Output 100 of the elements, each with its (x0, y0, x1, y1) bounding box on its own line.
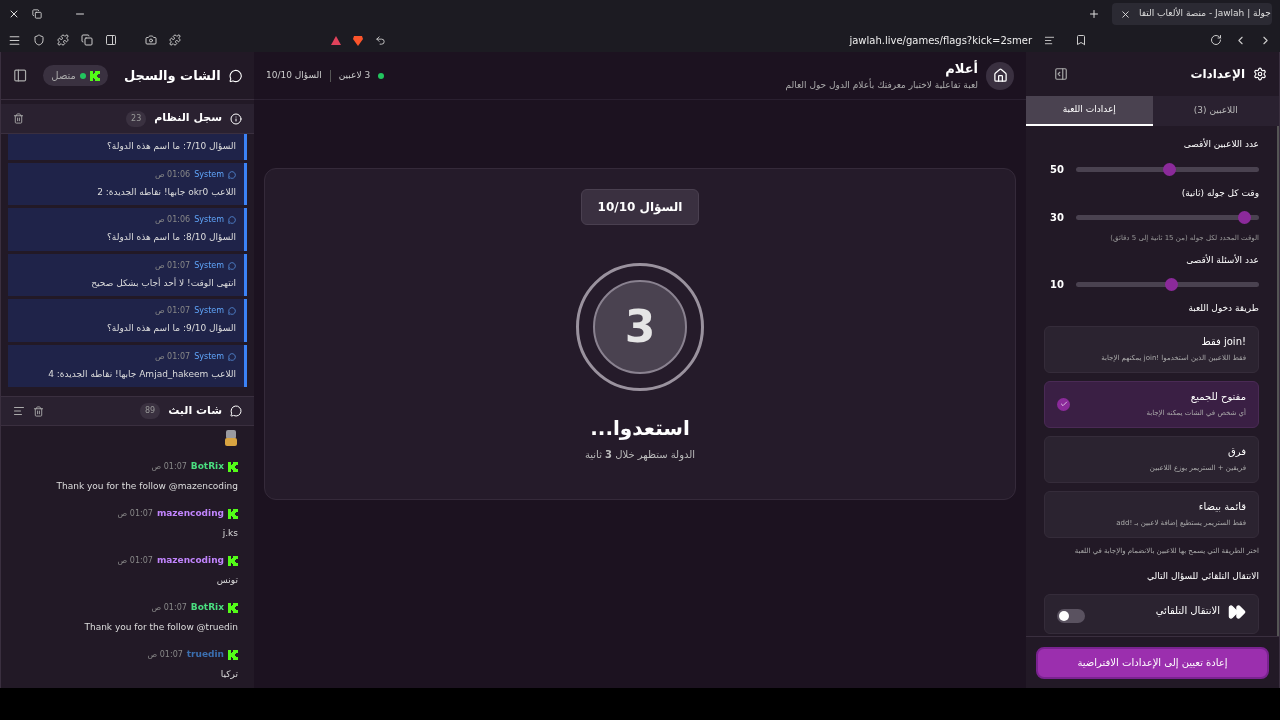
logo-icon (228, 649, 238, 660)
panel-title: الإعدادات (1190, 66, 1245, 83)
message-time: 01:07 ص (154, 259, 191, 272)
username[interactable]: mazencoding (156, 554, 224, 568)
panel-title: الشات والسجل (123, 66, 221, 85)
message-text: j.ks (221, 526, 238, 540)
sender-name: System (194, 350, 224, 363)
username[interactable]: mazencoding (156, 507, 224, 521)
bookmark-icon[interactable] (1075, 34, 1087, 46)
message-time: 01:06 ص (154, 214, 191, 226)
delete-icon[interactable] (13, 113, 24, 124)
triangle-icon (331, 35, 341, 45)
collapse-icon[interactable] (13, 68, 28, 83)
fast-forward-icon (1228, 602, 1246, 621)
settings-tab[interactable]: إعدادات اللعبة (1026, 96, 1153, 126)
reset-button[interactable]: إعادة تعيين إلى الإعدادات الافتراضية (1036, 646, 1269, 679)
logo-icon (228, 461, 238, 472)
extensions-icon[interactable] (169, 34, 181, 46)
undo-icon[interactable] (375, 34, 386, 46)
section-label: الانتقال التلقائي للسؤال التالي (1146, 570, 1259, 583)
message-text: Thank you for the follow @truedin (83, 620, 238, 634)
new-tab-icon[interactable] (1088, 8, 1100, 20)
chat-icon (230, 405, 242, 417)
sticker-icon (224, 430, 238, 446)
tab-title: جولة | Jawlah - منصة الألعاب التفا (1139, 7, 1271, 21)
menu-icon[interactable] (8, 33, 21, 47)
message-text: السؤال 8/10: ما اسم هذه الدولة؟ (106, 231, 236, 245)
close-icon[interactable] (8, 8, 20, 20)
message-time: 01:07 ص (154, 305, 191, 317)
game-subtitle: لعبة تفاعلية لاختبار معرفتك بأعلام الدول حول العالم (785, 78, 978, 92)
tabs-icon[interactable] (81, 34, 93, 46)
logo-icon (228, 555, 238, 566)
section-title: سجل النظام (154, 110, 222, 127)
chat-icon (228, 352, 236, 361)
restore-icon[interactable] (32, 9, 42, 19)
slider-value: 30 (1049, 211, 1064, 225)
check-icon (1057, 397, 1070, 411)
option-title: فرق (1226, 445, 1246, 460)
option-title: !join فقط (1200, 335, 1246, 350)
sender-name: System (194, 305, 224, 317)
message-time: 01:07 ص (147, 648, 183, 661)
players-count: 3 لاعبين (338, 68, 371, 82)
message-text: السؤال 7/10: ما اسم هذه الدولة؟ (106, 140, 236, 154)
home-icon (992, 68, 1008, 83)
chat-icon (228, 261, 236, 270)
puzzle-icon[interactable] (57, 34, 69, 46)
slider-value: 50 (1049, 162, 1064, 177)
message-text: اللاعب okr0 جابها! نقاطه الجديدة: 2 (96, 185, 236, 199)
slider-thumb[interactable] (1238, 211, 1252, 224)
question-badge: السؤال 10/10 (580, 189, 700, 225)
browser-tab[interactable]: جولة | Jawlah - منصة الألعاب التفا (1112, 3, 1272, 25)
slider-thumb[interactable] (1163, 162, 1177, 176)
close-icon[interactable] (1120, 8, 1131, 20)
sender-name: System (194, 214, 224, 226)
message-time: 01:06 ص (154, 168, 191, 181)
message-text: السؤال 9/10: ما اسم هذه الدولة؟ (106, 322, 236, 336)
countdown-heading: استعدوا... (590, 415, 690, 442)
info-icon (230, 112, 242, 125)
section-title: شات البث (168, 402, 222, 419)
message-text: تركيا (219, 667, 238, 681)
sender-name: System (194, 168, 224, 181)
message-time: 01:07 ص (117, 507, 153, 520)
sender-name: System (194, 259, 224, 272)
slider-label: عدد الأسئلة الأقصى (1185, 253, 1259, 267)
slider-value: 10 (1049, 278, 1064, 292)
address-bar[interactable]: jawlah.live/games/flags?kick=2smer (323, 30, 1063, 50)
slider-thumb[interactable] (1165, 278, 1179, 291)
username[interactable]: BotRix (190, 601, 224, 615)
slider-label: عدد اللاعبين الأقصى (1182, 138, 1259, 151)
logo-icon (228, 602, 238, 613)
screenshot-icon[interactable] (145, 34, 157, 46)
count-badge: 23 (126, 110, 147, 127)
site-settings-icon[interactable] (1044, 34, 1055, 46)
chat-icon (228, 68, 242, 83)
status-text: متصل (51, 69, 76, 83)
message-time: 01:07 ص (154, 350, 191, 363)
settings-tab[interactable]: اللاعبين (3) (1152, 96, 1279, 126)
home-button[interactable] (986, 61, 1014, 90)
align-icon[interactable] (13, 405, 25, 417)
option-title: مفتوح للجميع (1189, 390, 1246, 405)
message-time: 01:07 ص (151, 460, 187, 473)
username[interactable]: BotRix (190, 460, 224, 474)
settings-icon (1253, 67, 1267, 81)
reload-icon[interactable] (1210, 34, 1222, 46)
shield-icon[interactable] (33, 34, 45, 46)
section-label: طريقة دخول اللعبة (1187, 302, 1259, 315)
game-title: أعلام (944, 59, 978, 79)
collapse-icon[interactable] (1054, 67, 1068, 81)
delete-icon[interactable] (33, 405, 44, 417)
chat-icon (228, 307, 236, 315)
sidebar-icon[interactable] (105, 34, 117, 46)
option-title: الانتقال التلقائي (1154, 603, 1220, 618)
chat-icon (228, 216, 236, 224)
chat-icon (228, 170, 236, 179)
option-title: قائمة بيضاء (1197, 500, 1246, 515)
toggle-switch[interactable] (1057, 608, 1085, 623)
message-text: Thank you for the follow @mazencoding (55, 479, 238, 493)
message-text: انتهى الوقت! لا أحد أجاب بشكل صحيح (90, 276, 236, 290)
message-text: اللاعب Amjad_hakeem جابها! نقاطه الجديدة: 4 (47, 367, 236, 381)
slider-label: وقت كل جوله (ثانية) (1180, 186, 1259, 200)
